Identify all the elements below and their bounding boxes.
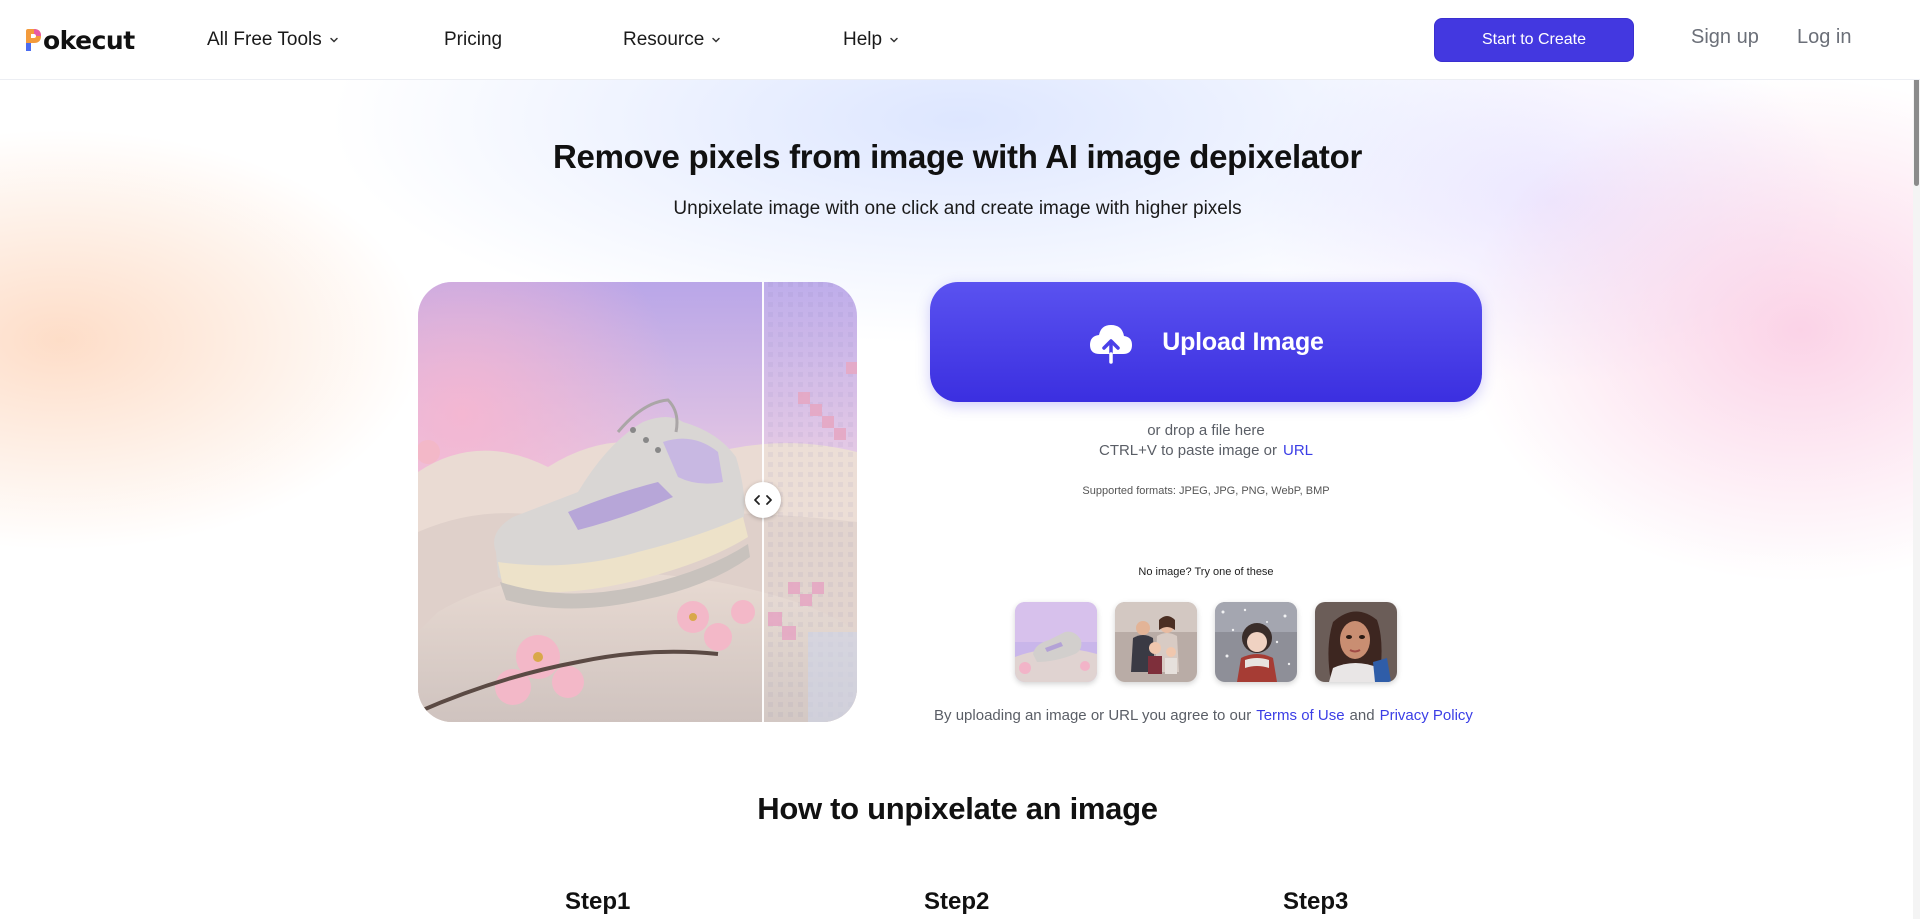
top-navigation-bar: okecut All Free Tools Pricing Resource H… xyxy=(0,0,1920,80)
woman-portrait-sample-thumbnail xyxy=(1315,602,1397,682)
sample-thumbnail-family[interactable] xyxy=(1115,602,1197,682)
before-after-comparison[interactable] xyxy=(418,282,857,722)
nav-pricing-label: Pricing xyxy=(444,29,503,50)
paste-hint-text: CTRL+V to paste image or xyxy=(1098,442,1277,459)
chevron-down-icon xyxy=(330,37,338,43)
sign-up-link[interactable]: Sign up xyxy=(1691,26,1759,49)
nav-all-free-tools-label: All Free Tools xyxy=(207,29,322,50)
start-to-create-button[interactable]: Start to Create xyxy=(1434,18,1634,62)
step-2-title: Step2 xyxy=(924,888,990,915)
family-sample-thumbnail xyxy=(1115,602,1197,682)
logo-mark-icon xyxy=(26,29,41,51)
nav-pricing[interactable]: Pricing xyxy=(444,26,502,54)
try-samples-label: No image? Try one of these xyxy=(1138,566,1274,578)
drop-file-hint: or drop a file here xyxy=(1147,422,1265,439)
comparison-slider-handle[interactable] xyxy=(745,482,781,518)
privacy-policy-link[interactable]: Privacy Policy xyxy=(1380,707,1473,724)
step-1-title: Step1 xyxy=(565,888,631,915)
upload-image-label: Upload Image xyxy=(1162,327,1324,356)
paste-hint: CTRL+V to paste image or URL xyxy=(930,442,1482,459)
nav-all-free-tools[interactable]: All Free Tools xyxy=(207,26,340,54)
nav-resource-label: Resource xyxy=(623,29,705,50)
agreement-prefix: By uploading an image or URL you agree t… xyxy=(934,707,1252,724)
step-3-title: Step3 xyxy=(1283,888,1349,915)
sample-thumbnail-anime[interactable] xyxy=(1215,602,1297,682)
log-in-link[interactable]: Log in xyxy=(1797,26,1852,49)
terms-of-use-link[interactable]: Terms of Use xyxy=(1256,707,1344,724)
supported-formats: Supported formats: JPEG, JPG, PNG, WebP,… xyxy=(1082,485,1330,497)
page-title: Remove pixels from image with AI image d… xyxy=(552,138,1363,175)
upload-image-button[interactable]: Upload Image xyxy=(930,282,1482,402)
nav-resource[interactable]: Resource xyxy=(623,26,722,54)
how-to-title: How to unpixelate an image xyxy=(757,791,1158,826)
sneaker-sample-image xyxy=(418,282,857,722)
page-subtitle: Unpixelate image with one click and crea… xyxy=(673,198,1242,219)
pokecut-logo[interactable]: okecut xyxy=(24,24,135,56)
upload-agreement: By uploading an image or URL you agree t… xyxy=(920,707,1492,724)
sample-thumbnail-sneaker[interactable] xyxy=(1015,602,1097,682)
cloud-upload-icon xyxy=(1090,325,1133,364)
chevron-down-icon xyxy=(712,37,721,43)
nav-help[interactable]: Help xyxy=(843,26,900,54)
logo-text: okecut xyxy=(43,25,135,55)
sample-thumbnail-portrait[interactable] xyxy=(1315,602,1397,682)
anime-girl-sample-thumbnail xyxy=(1215,602,1297,682)
nav-help-label: Help xyxy=(843,29,883,50)
left-right-arrows-icon xyxy=(754,495,772,505)
url-link[interactable]: URL xyxy=(1283,442,1313,459)
sneaker-sample-thumbnail xyxy=(1015,602,1097,682)
agreement-and: and xyxy=(1349,707,1375,724)
chevron-down-icon xyxy=(890,37,898,43)
